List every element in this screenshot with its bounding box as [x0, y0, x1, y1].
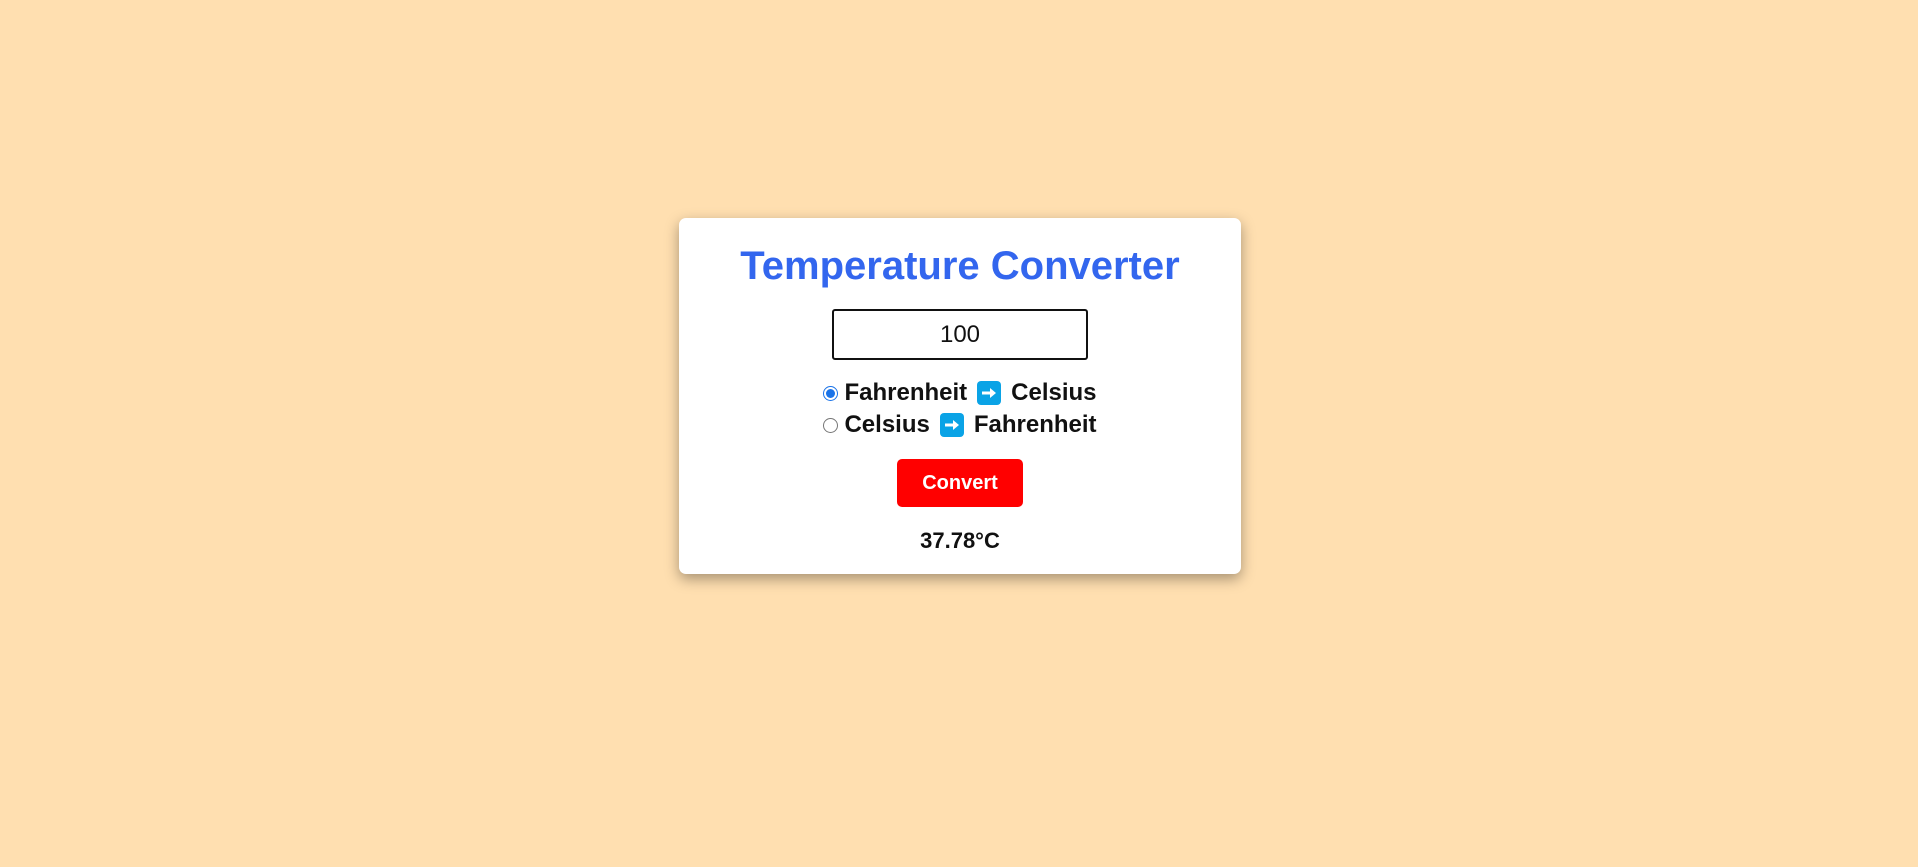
option-to-label: Celsius: [1011, 379, 1097, 406]
page-title: Temperature Converter: [740, 244, 1180, 288]
option-from-label: Celsius: [844, 411, 930, 438]
temperature-input[interactable]: [832, 309, 1088, 360]
page-background: { "theme": { "background": "#FFDFB0", "t…: [0, 0, 1918, 867]
option-c-to-f[interactable]: Celsius Fahrenheit: [823, 409, 1097, 441]
converter-card: Temperature Converter Fahrenheit Celsius…: [679, 218, 1241, 574]
option-to-label: Fahrenheit: [973, 411, 1097, 438]
option-f-to-c[interactable]: Fahrenheit Celsius: [823, 377, 1097, 409]
right-arrow-icon: [977, 381, 1002, 405]
radio-c-to-f[interactable]: [823, 417, 839, 433]
convert-button[interactable]: Convert: [897, 459, 1023, 507]
right-arrow-icon: [939, 413, 964, 437]
option-from-label: Fahrenheit: [844, 379, 968, 406]
radio-f-to-c[interactable]: [823, 385, 839, 401]
conversion-options: Fahrenheit Celsius Celsius Fahrenheit: [823, 377, 1097, 441]
result-text: 37.78°C: [920, 528, 1000, 553]
